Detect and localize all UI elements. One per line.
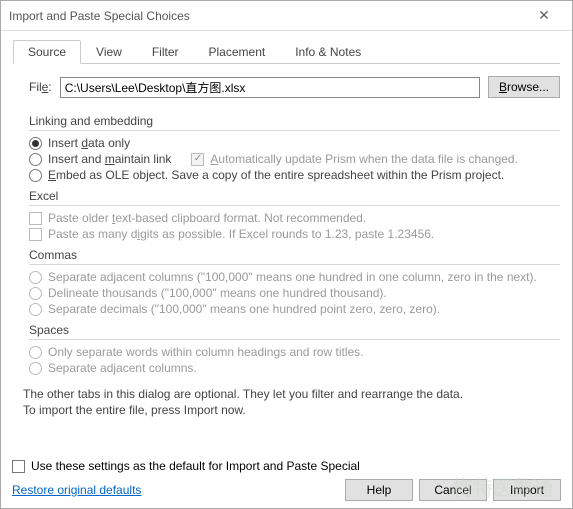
radio-label: Delineate thousands ("100,000" means one…	[48, 286, 387, 300]
note-line1: The other tabs in this dialog are option…	[23, 386, 560, 402]
radio-icon	[29, 271, 42, 284]
tab-source[interactable]: Source	[13, 40, 81, 64]
radio-label: Embed as OLE object. Save a copy of the …	[48, 168, 504, 182]
restore-defaults-link[interactable]: Restore original defaults	[12, 483, 141, 497]
check-many-digits: Paste as many digits as possible. If Exc…	[29, 226, 560, 242]
radio-label: Separate decimals ("100,000" means one h…	[48, 302, 440, 316]
tab-filter[interactable]: Filter	[137, 40, 194, 64]
radio-ole[interactable]: Embed as OLE object. Save a copy of the …	[29, 167, 560, 183]
titlebar: Import and Paste Special Choices ✕	[1, 1, 572, 31]
radio-spaces-words: Only separate words within column headin…	[29, 344, 560, 360]
group-excel-title: Excel	[29, 189, 560, 203]
check-icon	[29, 212, 42, 225]
browse-button[interactable]: Browse...	[488, 76, 560, 98]
radio-spaces-columns: Separate adjacent columns.	[29, 360, 560, 376]
group-commas: Commas Separate adjacent columns ("100,0…	[29, 248, 560, 317]
check-icon: ✓	[191, 153, 204, 166]
cancel-button[interactable]: Cancel	[419, 479, 487, 501]
radio-label: Insert data only	[48, 136, 130, 150]
check-label: Paste older text-based clipboard format.…	[48, 211, 366, 225]
radio-insert-data[interactable]: Insert data only	[29, 135, 560, 151]
file-label: File:	[29, 80, 52, 94]
note-line2: To import the entire file, press Import …	[23, 402, 560, 418]
dialog-content: Source View Filter Placement Info & Note…	[1, 31, 572, 424]
group-commas-title: Commas	[29, 248, 560, 262]
radio-commas-adjacent: Separate adjacent columns ("100,000" mea…	[29, 269, 560, 285]
group-linking: Linking and embedding Insert data only I…	[29, 114, 560, 183]
check-icon	[29, 228, 42, 241]
radio-label: Separate adjacent columns.	[48, 361, 197, 375]
radio-icon	[29, 287, 42, 300]
tab-view[interactable]: View	[81, 40, 137, 64]
radio-commas-thousands: Delineate thousands ("100,000" means one…	[29, 285, 560, 301]
radio-label: Insert and maintain link	[48, 152, 171, 166]
check-older-format: Paste older text-based clipboard format.…	[29, 210, 560, 226]
footer: Use these settings as the default for Im…	[12, 459, 561, 501]
radio-icon	[29, 346, 42, 359]
check-label: Paste as many digits as possible. If Exc…	[48, 227, 434, 241]
tab-placement[interactable]: Placement	[194, 40, 281, 64]
radio-commas-decimals: Separate decimals ("100,000" means one h…	[29, 301, 560, 317]
auto-label: Automatically update Prism when the data…	[210, 152, 518, 166]
radio-icon	[29, 169, 42, 182]
group-spaces: Spaces Only separate words within column…	[29, 323, 560, 376]
radio-icon	[29, 137, 42, 150]
info-note: The other tabs in this dialog are option…	[23, 386, 560, 418]
tab-info-notes[interactable]: Info & Notes	[280, 40, 376, 64]
file-input[interactable]	[60, 77, 480, 98]
radio-maintain-link[interactable]: Insert and maintain link	[29, 151, 171, 167]
group-excel: Excel Paste older text-based clipboard f…	[29, 189, 560, 242]
file-row: File: Browse...	[13, 74, 560, 110]
radio-label: Separate adjacent columns ("100,000" mea…	[48, 270, 537, 284]
checkbox-auto-update: ✓ Automatically update Prism when the da…	[191, 152, 518, 166]
close-icon[interactable]: ✕	[524, 7, 564, 24]
group-spaces-title: Spaces	[29, 323, 560, 337]
tab-bar: Source View Filter Placement Info & Note…	[13, 39, 560, 64]
import-button[interactable]: Import	[493, 479, 561, 501]
help-button[interactable]: Help	[345, 479, 413, 501]
check-default[interactable]	[12, 460, 25, 473]
group-linking-title: Linking and embedding	[29, 114, 560, 128]
radio-icon	[29, 153, 42, 166]
default-label: Use these settings as the default for Im…	[31, 459, 360, 473]
radio-icon	[29, 303, 42, 316]
radio-icon	[29, 362, 42, 375]
window-title: Import and Paste Special Choices	[9, 9, 524, 23]
radio-label: Only separate words within column headin…	[48, 345, 364, 359]
